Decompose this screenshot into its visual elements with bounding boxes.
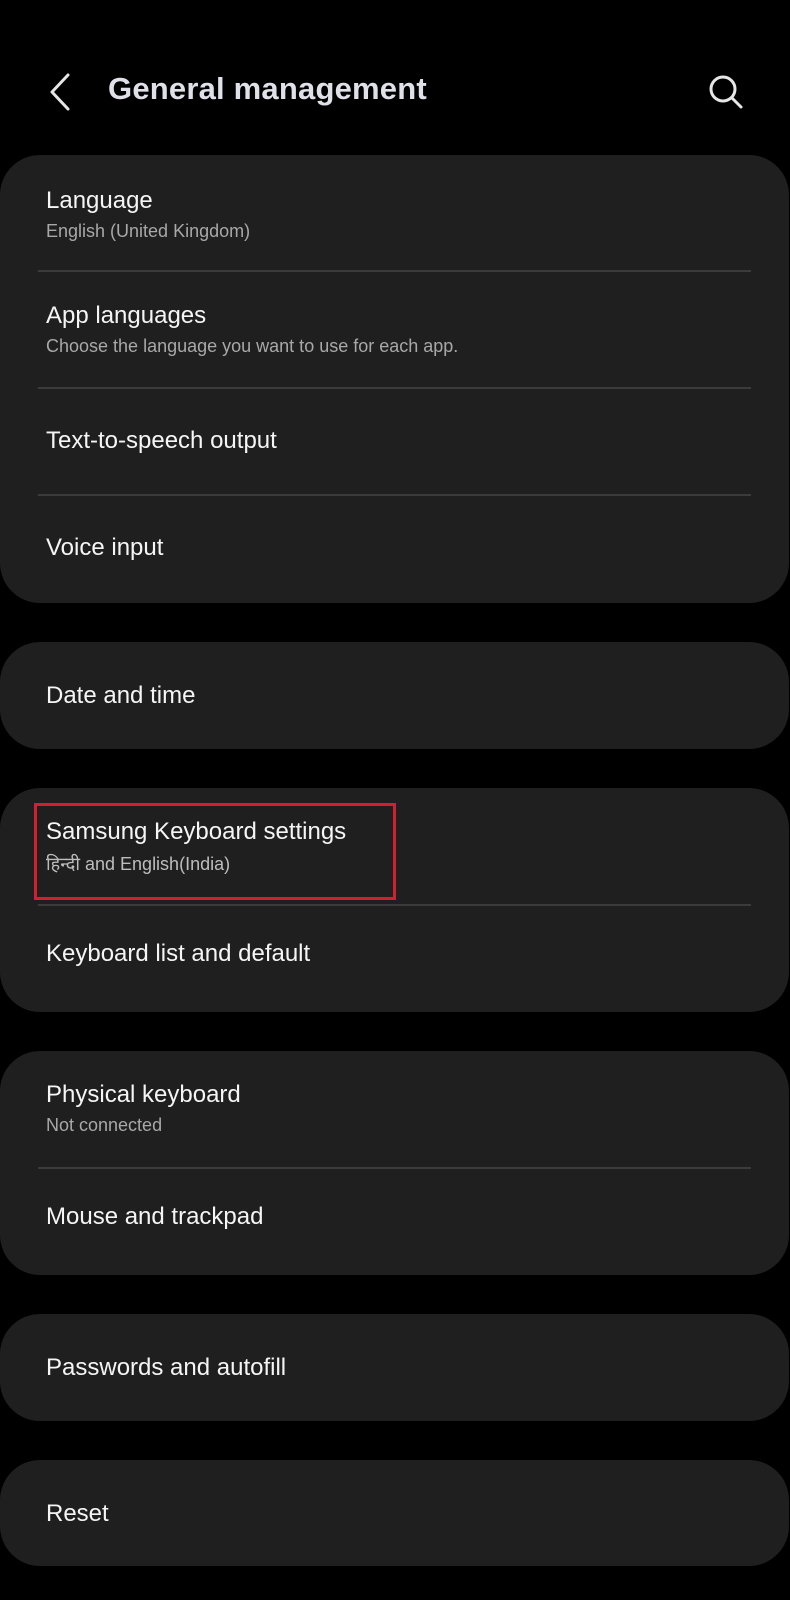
item-title: Physical keyboard [46, 1081, 241, 1108]
settings-group-language: Language English (United Kingdom) App la… [0, 155, 789, 603]
keyboard-list-item[interactable]: Keyboard list and default [0, 906, 789, 1012]
app-header: General management [0, 0, 790, 150]
search-icon [709, 75, 743, 109]
page-title: General management [108, 71, 427, 106]
item-title: Reset [46, 1500, 109, 1527]
passwords-and-autofill-item[interactable]: Passwords and autofill [0, 1314, 789, 1421]
settings-group-passwords: Passwords and autofill [0, 1314, 789, 1421]
settings-group-date: Date and time [0, 642, 789, 749]
item-title: Voice input [46, 534, 164, 561]
item-subtitle: English (United Kingdom) [46, 221, 251, 241]
settings-group-input-devices: Physical keyboard Not connected Mouse an… [0, 1051, 789, 1275]
item-subtitle: Choose the language you want to use for … [46, 336, 459, 356]
item-subtitle: हिन्दी and English(India) [46, 854, 231, 874]
item-title: Mouse and trackpad [46, 1203, 264, 1230]
item-title: Keyboard list and default [46, 940, 311, 967]
item-title: Date and time [46, 682, 196, 709]
reset-item[interactable]: Reset [0, 1460, 789, 1566]
app-languages-item[interactable]: App languages Choose the language you wa… [0, 272, 789, 389]
item-title: Samsung Keyboard settings [46, 818, 347, 845]
mouse-and-trackpad-item[interactable]: Mouse and trackpad [0, 1169, 789, 1275]
back-button[interactable] [38, 66, 82, 118]
item-subtitle: Not connected [46, 1115, 163, 1135]
samsung-keyboard-settings-item[interactable]: Samsung Keyboard settings हिन्दी and Eng… [0, 788, 789, 906]
chevron-left-icon [50, 73, 70, 111]
language-item[interactable]: Language English (United Kingdom) [0, 155, 789, 272]
item-title: Language [46, 187, 153, 214]
item-title: App languages [46, 302, 207, 329]
settings-group-keyboard: Samsung Keyboard settings हिन्दी and Eng… [0, 788, 789, 1012]
item-title: Text-to-speech output [46, 427, 277, 454]
search-button[interactable] [702, 68, 750, 116]
voice-input-item[interactable]: Voice input [0, 496, 789, 603]
text-to-speech-item[interactable]: Text-to-speech output [0, 389, 789, 496]
item-title: Passwords and autofill [46, 1354, 287, 1381]
physical-keyboard-item[interactable]: Physical keyboard Not connected [0, 1051, 789, 1169]
date-and-time-item[interactable]: Date and time [0, 642, 789, 749]
settings-group-reset: Reset [0, 1460, 789, 1566]
